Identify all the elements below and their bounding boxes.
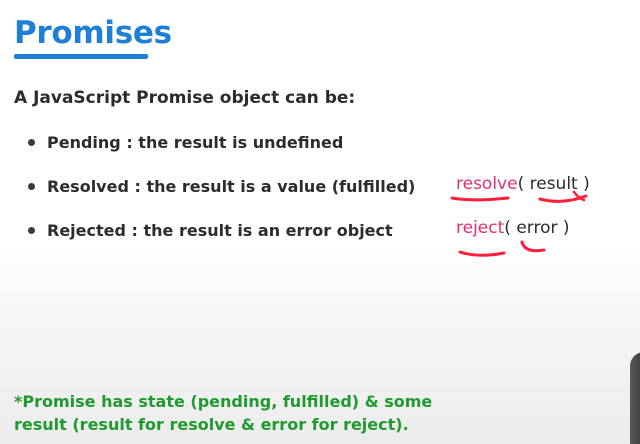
resolve-keyword: resolve bbox=[456, 174, 518, 194]
slide: Promises A JavaScript Promise object can… bbox=[0, 0, 640, 444]
reject-args: ( error ) bbox=[504, 218, 570, 238]
bullet-description: the result is undefined bbox=[138, 132, 344, 152]
bullet-separator: : bbox=[128, 176, 147, 196]
bullet-pending: Pending : the result is undefined bbox=[28, 131, 343, 153]
bullet-text: Resolved : the result is a value (fulfil… bbox=[47, 177, 415, 196]
bullet-rejected: Rejected : the result is an error object bbox=[28, 219, 393, 241]
title-underline bbox=[14, 54, 148, 59]
bullet-resolved: Resolved : the result is a value (fulfil… bbox=[28, 175, 415, 197]
reject-keyword: reject bbox=[456, 218, 505, 238]
bullet-dot-icon bbox=[28, 138, 35, 146]
ink-underline-error bbox=[520, 240, 546, 253]
bullet-description: the result is a value (fulfilled) bbox=[146, 176, 416, 196]
bullet-dot-icon bbox=[28, 226, 35, 234]
page-title: Promises bbox=[14, 15, 172, 51]
bullet-state: Resolved bbox=[47, 176, 129, 196]
bullet-separator: : bbox=[120, 132, 139, 152]
resolve-args: ( result ) bbox=[517, 174, 590, 194]
reject-call: reject( error ) bbox=[456, 220, 570, 237]
presenter-edge bbox=[630, 352, 640, 444]
intro-text: A JavaScript Promise object can be: bbox=[14, 88, 356, 108]
promise-note: *Promise has state (pending, fulfilled) … bbox=[14, 390, 432, 436]
ink-underline-reject bbox=[458, 250, 506, 257]
resolve-call: resolve( result ) bbox=[456, 176, 590, 193]
bullet-text: Rejected : the result is an error object bbox=[47, 221, 393, 240]
bullet-description: the result is an error object bbox=[143, 220, 393, 240]
bullet-state: Pending bbox=[47, 132, 121, 152]
bullet-dot-icon bbox=[28, 182, 35, 190]
ink-underline-resolve bbox=[450, 196, 510, 202]
ink-underline-result bbox=[538, 194, 588, 203]
note-line-1: *Promise has state (pending, fulfilled) … bbox=[14, 392, 433, 411]
bullet-state: Rejected bbox=[47, 220, 126, 240]
bullet-separator: : bbox=[125, 220, 144, 240]
bullet-text: Pending : the result is undefined bbox=[47, 133, 343, 152]
note-line-2: result (result for resolve & error for r… bbox=[14, 415, 409, 434]
